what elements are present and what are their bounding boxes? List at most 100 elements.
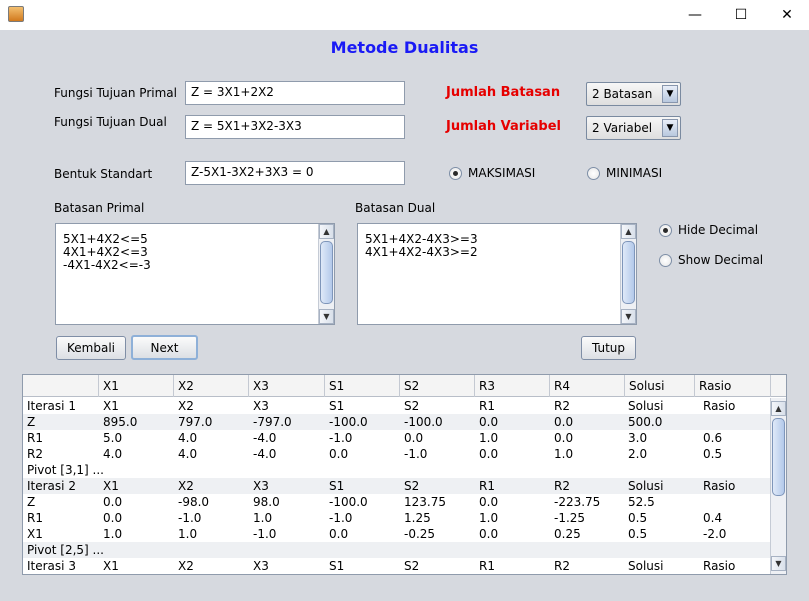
table-cell: 0.5 xyxy=(703,447,723,461)
table-cell: R1 xyxy=(27,431,43,445)
chevron-down-icon[interactable]: ▼ xyxy=(662,85,678,103)
table-cell: R2 xyxy=(554,399,570,413)
scroll-down-icon[interactable]: ▼ xyxy=(319,309,334,324)
table-cell: 0.0 xyxy=(554,431,574,445)
table-cell: R1 xyxy=(27,511,43,525)
hide-decimal-radio[interactable] xyxy=(659,224,672,237)
kembali-button[interactable]: Kembali xyxy=(56,336,126,360)
simplex-table[interactable]: X1 X2 X3 S1 S2 R3 R4 Solusi Rasio Iterasi 1 X1 X2 X… xyxy=(22,374,787,575)
table-cell: -4.0 xyxy=(253,431,277,445)
scroll-up-icon[interactable]: ▲ xyxy=(771,401,786,416)
close-button[interactable]: ✕ xyxy=(764,0,809,30)
table-cell: -223.75 xyxy=(554,495,601,509)
maximize-button[interactable]: ☐ xyxy=(718,0,764,30)
table-cell: X1 xyxy=(103,479,119,493)
table-cell: -1.25 xyxy=(554,511,586,525)
table-cell: Solusi xyxy=(628,399,664,413)
table-cell: 0.6 xyxy=(703,431,723,445)
table-row[interactable]: Z 0.0 -98.0 98.0 -100.0 123.75 0.0 -223.75 52.5 xyxy=(23,494,771,510)
jumlah-batasan-select[interactable]: 2 Batasan ▼ xyxy=(586,82,681,106)
tutup-button[interactable]: Tutup xyxy=(581,336,636,360)
table-row[interactable]: Iterasi 3 X1 X2 X3 S1 S2 R1 R2 Solusi Rasio xyxy=(23,558,771,574)
standard-form-label: Bentuk Standart xyxy=(54,167,153,181)
table-cell: Pivot [3,1] ... xyxy=(27,463,104,477)
scroll-up-icon[interactable]: ▲ xyxy=(621,224,636,239)
chevron-down-icon[interactable]: ▼ xyxy=(662,119,678,137)
table-cell: 4.0 xyxy=(103,447,123,461)
table-cell: 0.0 xyxy=(329,447,349,461)
scroll-thumb[interactable] xyxy=(320,241,333,304)
column-header[interactable]: S2 xyxy=(400,375,475,397)
table-cell: -2.0 xyxy=(703,527,727,541)
table-cell: X1 xyxy=(103,559,119,573)
table-row[interactable]: R2 4.0 4.0 -4.0 0.0 -1.0 0.0 1.0 2.0 0.5 xyxy=(23,446,771,462)
table-cell: 0.25 xyxy=(554,527,581,541)
table-cell: -100.0 xyxy=(404,415,443,429)
table-cell: 52.5 xyxy=(628,495,655,509)
column-header[interactable]: S1 xyxy=(325,375,400,397)
jumlah-batasan-label: Jumlah Batasan xyxy=(446,85,561,100)
maksimasi-radio[interactable] xyxy=(449,167,462,180)
hide-decimal-label[interactable]: Hide Decimal xyxy=(678,223,758,237)
scroll-thumb[interactable] xyxy=(772,418,785,496)
batasan-primal-scrollbar[interactable]: ▲ ▼ xyxy=(318,224,334,324)
table-cell: -797.0 xyxy=(253,415,292,429)
table-cell: R1 xyxy=(479,399,495,413)
table-cell: 0.0 xyxy=(479,415,499,429)
table-row[interactable]: Z 895.0 797.0 -797.0 -100.0 -100.0 0.0 0.0 500.0 xyxy=(23,414,771,430)
scroll-thumb[interactable] xyxy=(622,241,635,304)
scroll-down-icon[interactable]: ▼ xyxy=(621,309,636,324)
table-cell: Z xyxy=(27,495,36,509)
batasan-primal-textarea[interactable]: 5X1+4X2<=5 4X1+4X2<=3 -4X1-4X2<=-3 ▲ ▼ xyxy=(55,223,335,325)
column-header[interactable]: R4 xyxy=(550,375,625,397)
scroll-down-icon[interactable]: ▼ xyxy=(771,556,786,571)
table-cell: S1 xyxy=(329,559,345,573)
table-cell: 0.4 xyxy=(703,511,723,525)
column-header[interactable]: Rasio xyxy=(695,375,771,397)
next-button[interactable]: Next xyxy=(131,335,198,360)
batasan-dual-scrollbar[interactable]: ▲ ▼ xyxy=(620,224,636,324)
table-row[interactable]: X1 1.0 1.0 -1.0 0.0 -0.25 0.0 0.25 0.5 -2.0 xyxy=(23,526,771,542)
column-header[interactable]: Solusi xyxy=(625,375,695,397)
table-row[interactable]: Iterasi 1 X1 X2 X3 S1 S2 R1 R2 Solusi Rasio xyxy=(23,398,771,414)
table-cell: R2 xyxy=(27,447,43,461)
column-header[interactable]: X3 xyxy=(249,375,325,397)
show-decimal-radio[interactable] xyxy=(659,254,672,267)
table-row[interactable]: R1 0.0 -1.0 1.0 -1.0 1.25 1.0 -1.25 0.5 0.4 xyxy=(23,510,771,526)
column-header[interactable]: X1 xyxy=(99,375,174,397)
table-cell: -100.0 xyxy=(329,415,368,429)
dual-objective-field[interactable]: Z = 5X1+3X2-3X3 xyxy=(185,115,405,139)
column-header[interactable]: R3 xyxy=(475,375,550,397)
column-header[interactable]: X2 xyxy=(174,375,249,397)
table-cell: -0.25 xyxy=(404,527,436,541)
table-row[interactable]: Pivot [3,1] ... xyxy=(23,462,771,478)
jumlah-variabel-select[interactable]: 2 Variabel ▼ xyxy=(586,116,681,140)
table-scrollbar[interactable]: ▲ ▼ xyxy=(770,398,786,574)
table-cell: X3 xyxy=(253,479,269,493)
minimize-button[interactable]: — xyxy=(672,0,718,30)
table-row[interactable]: Iterasi 2 X1 X2 X3 S1 S2 R1 R2 Solusi Rasio xyxy=(23,478,771,494)
minimasi-label[interactable]: MINIMASI xyxy=(606,166,662,180)
scroll-up-icon[interactable]: ▲ xyxy=(319,224,334,239)
table-row[interactable]: Pivot [2,5] ... xyxy=(23,542,771,558)
batasan-dual-label: Batasan Dual xyxy=(355,201,436,215)
batasan-primal-label: Batasan Primal xyxy=(54,201,145,215)
batasan-dual-textarea[interactable]: 5X1+4X2-4X3>=3 4X1+4X2-4X3>=2 ▲ ▼ xyxy=(357,223,637,325)
table-cell: R1 xyxy=(479,479,495,493)
page-title: Metode Dualitas xyxy=(330,38,479,57)
column-header[interactable] xyxy=(23,375,99,397)
table-cell: 4.0 xyxy=(178,431,198,445)
standard-form-field[interactable]: Z-5X1-3X2+3X3 = 0 xyxy=(185,161,405,185)
table-cell: -4.0 xyxy=(253,447,277,461)
table-cell: S2 xyxy=(404,479,420,493)
minimasi-radio[interactable] xyxy=(587,167,600,180)
primal-objective-field[interactable]: Z = 3X1+2X2 xyxy=(185,81,405,105)
maksimasi-label[interactable]: MAKSIMASI xyxy=(468,166,535,180)
table-cell: S2 xyxy=(404,399,420,413)
table-row[interactable]: R1 5.0 4.0 -4.0 -1.0 0.0 1.0 0.0 3.0 0.6 xyxy=(23,430,771,446)
table-cell: Rasio xyxy=(703,559,736,573)
show-decimal-label[interactable]: Show Decimal xyxy=(678,253,763,267)
table-cell: X1 xyxy=(103,399,119,413)
table-cell: R2 xyxy=(554,559,570,573)
table-cell: X3 xyxy=(253,559,269,573)
